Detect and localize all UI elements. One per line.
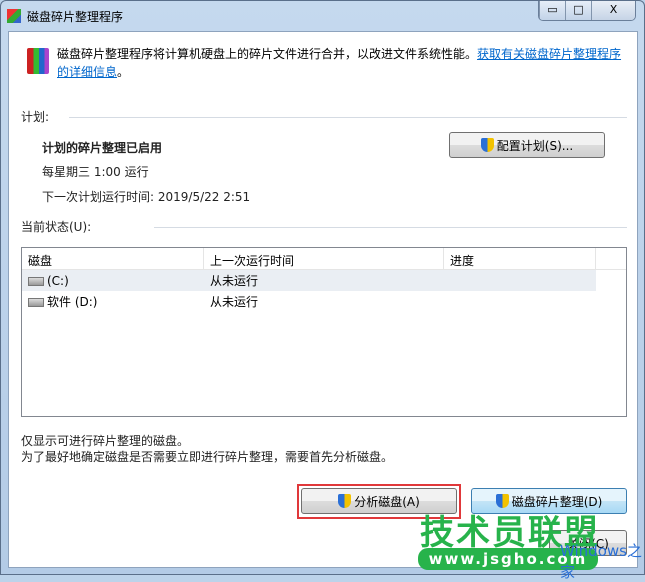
defragmenter-window: 磁盘碎片整理程序 ▭ □ X 磁盘碎片整理程序将计算机硬盘上的碎片文件进行合并，… [0,0,645,575]
disk-list[interactable]: 磁盘 上一次运行时间 进度 (C:) 从未运行 软件 (D:) 从未运行 [21,247,627,417]
watermark-sub: Windows之家 [560,542,642,581]
configure-schedule-button[interactable]: 配置计划(S)... [449,132,605,158]
column-header-disk[interactable]: 磁盘 [22,248,204,269]
next-run-time: 下一次计划运行时间: 2019/5/22 2:51 [42,190,251,204]
divider [69,117,627,118]
window-title: 磁盘碎片整理程序 [27,10,124,24]
defrag-app-icon [7,9,21,23]
schedule-frequency: 每星期三 1:00 运行 [42,165,149,179]
divider [154,227,627,228]
system-drive-icon [28,276,44,286]
schedule-status: 计划的碎片整理已启用 [42,141,163,155]
column-header-last-run[interactable]: 上一次运行时间 [204,248,444,269]
minimize-button[interactable]: ▭ [539,1,565,20]
note-defraggable: 仅显示可进行碎片整理的磁盘。 [21,434,190,448]
uac-shield-icon [338,494,352,508]
title-bar: 磁盘碎片整理程序 ▭ □ X [1,1,644,31]
maximize-button[interactable]: □ [565,1,591,20]
disk-row-c[interactable]: (C:) 从未运行 [22,270,596,291]
disk-row-d[interactable]: 软件 (D:) 从未运行 [22,291,626,312]
client-area: 磁盘碎片整理程序将计算机硬盘上的碎片文件进行合并，以改进文件系统性能。获取有关磁… [8,31,638,568]
current-status-label: 当前状态(U): [21,220,92,234]
note-analyze-first: 为了最好地确定磁盘是否需要立即进行碎片整理，需要首先分析磁盘。 [21,450,394,464]
defrag-icon [27,48,49,74]
intro-text: 磁盘碎片整理程序将计算机硬盘上的碎片文件进行合并，以改进文件系统性能。获取有关磁… [57,47,622,79]
schedule-label: 计划: [21,110,50,124]
drive-icon [28,298,44,307]
close-window-button[interactable]: X [591,1,635,20]
uac-shield-icon [480,138,494,152]
column-header-progress[interactable]: 进度 [444,248,596,269]
